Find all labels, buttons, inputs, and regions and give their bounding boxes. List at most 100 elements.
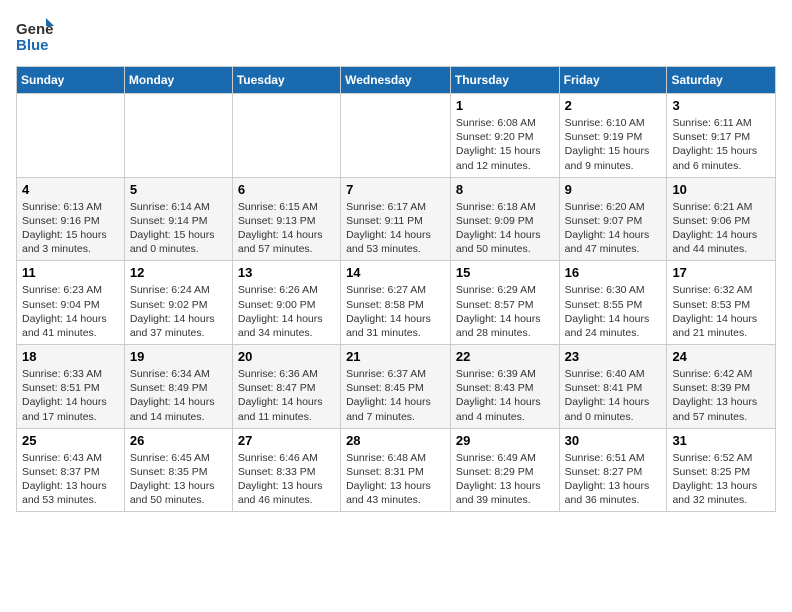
calendar-cell: 24 Sunrise: 6:42 AM Sunset: 8:39 PM Dayli…	[667, 345, 776, 429]
day-number: 19	[130, 349, 227, 364]
day-info: Sunrise: 6:24 AM Sunset: 9:02 PM Dayligh…	[130, 283, 227, 340]
page-header: General Blue	[16, 16, 776, 54]
day-info: Sunrise: 6:32 AM Sunset: 8:53 PM Dayligh…	[672, 283, 770, 340]
day-number: 13	[238, 265, 335, 280]
day-info: Sunrise: 6:18 AM Sunset: 9:09 PM Dayligh…	[456, 200, 554, 257]
day-number: 27	[238, 433, 335, 448]
calendar-cell	[17, 94, 125, 178]
svg-text:Blue: Blue	[16, 37, 49, 54]
day-number: 6	[238, 182, 335, 197]
calendar-cell: 31Sunrise: 6:52 AM Sunset: 8:25 PM Dayli…	[667, 428, 776, 512]
calendar-cell: 18 Sunrise: 6:33 AM Sunset: 8:51 PM Dayli…	[17, 345, 125, 429]
calendar-cell: 26 Sunrise: 6:45 AM Sunset: 8:35 PM Dayli…	[124, 428, 232, 512]
day-number: 10	[672, 182, 770, 197]
day-number: 3	[672, 98, 770, 113]
weekday-header: Saturday	[667, 67, 776, 94]
calendar-cell: 12 Sunrise: 6:24 AM Sunset: 9:02 PM Dayli…	[124, 261, 232, 345]
logo-graphic: General Blue	[16, 16, 54, 54]
day-number: 9	[565, 182, 662, 197]
day-info: Sunrise: 6:21 AM Sunset: 9:06 PM Dayligh…	[672, 200, 770, 257]
calendar-cell: 17Sunrise: 6:32 AM Sunset: 8:53 PM Dayli…	[667, 261, 776, 345]
day-info: Sunrise: 6:23 AM Sunset: 9:04 PM Dayligh…	[22, 283, 119, 340]
calendar-week-row: 25 Sunrise: 6:43 AM Sunset: 8:37 PM Dayli…	[17, 428, 776, 512]
weekday-header: Thursday	[450, 67, 559, 94]
day-number: 7	[346, 182, 445, 197]
calendar-cell: 22 Sunrise: 6:39 AM Sunset: 8:43 PM Dayli…	[450, 345, 559, 429]
calendar-table: SundayMondayTuesdayWednesdayThursdayFrid…	[16, 66, 776, 512]
calendar-week-row: 1Sunrise: 6:08 AM Sunset: 9:20 PM Daylig…	[17, 94, 776, 178]
day-info: Sunrise: 6:39 AM Sunset: 8:43 PM Dayligh…	[456, 367, 554, 424]
calendar-cell: 25 Sunrise: 6:43 AM Sunset: 8:37 PM Dayli…	[17, 428, 125, 512]
day-number: 22	[456, 349, 554, 364]
day-number: 8	[456, 182, 554, 197]
day-info: Sunrise: 6:42 AM Sunset: 8:39 PM Dayligh…	[672, 367, 770, 424]
calendar-week-row: 18 Sunrise: 6:33 AM Sunset: 8:51 PM Dayli…	[17, 345, 776, 429]
day-info: Sunrise: 6:08 AM Sunset: 9:20 PM Dayligh…	[456, 116, 554, 173]
day-info: Sunrise: 6:29 AM Sunset: 8:57 PM Dayligh…	[456, 283, 554, 340]
day-number: 21	[346, 349, 445, 364]
weekday-header: Sunday	[17, 67, 125, 94]
calendar-cell: 15 Sunrise: 6:29 AM Sunset: 8:57 PM Dayli…	[450, 261, 559, 345]
day-number: 24	[672, 349, 770, 364]
day-info: Sunrise: 6:37 AM Sunset: 8:45 PM Dayligh…	[346, 367, 445, 424]
day-info: Sunrise: 6:10 AM Sunset: 9:19 PM Dayligh…	[565, 116, 662, 173]
day-info: Sunrise: 6:46 AM Sunset: 8:33 PM Dayligh…	[238, 451, 335, 508]
day-info: Sunrise: 6:11 AM Sunset: 9:17 PM Dayligh…	[672, 116, 770, 173]
day-info: Sunrise: 6:33 AM Sunset: 8:51 PM Dayligh…	[22, 367, 119, 424]
day-info: Sunrise: 6:45 AM Sunset: 8:35 PM Dayligh…	[130, 451, 227, 508]
day-number: 26	[130, 433, 227, 448]
calendar-cell: 4 Sunrise: 6:13 AM Sunset: 9:16 PM Daylig…	[17, 177, 125, 261]
day-info: Sunrise: 6:43 AM Sunset: 8:37 PM Dayligh…	[22, 451, 119, 508]
calendar-cell: 19 Sunrise: 6:34 AM Sunset: 8:49 PM Dayli…	[124, 345, 232, 429]
day-info: Sunrise: 6:40 AM Sunset: 8:41 PM Dayligh…	[565, 367, 662, 424]
day-number: 20	[238, 349, 335, 364]
weekday-header-row: SundayMondayTuesdayWednesdayThursdayFrid…	[17, 67, 776, 94]
day-number: 2	[565, 98, 662, 113]
calendar-cell: 7Sunrise: 6:17 AM Sunset: 9:11 PM Daylig…	[341, 177, 451, 261]
day-number: 15	[456, 265, 554, 280]
day-info: Sunrise: 6:36 AM Sunset: 8:47 PM Dayligh…	[238, 367, 335, 424]
day-number: 25	[22, 433, 119, 448]
calendar-cell: 1Sunrise: 6:08 AM Sunset: 9:20 PM Daylig…	[450, 94, 559, 178]
day-number: 16	[565, 265, 662, 280]
day-info: Sunrise: 6:26 AM Sunset: 9:00 PM Dayligh…	[238, 283, 335, 340]
day-info: Sunrise: 6:51 AM Sunset: 8:27 PM Dayligh…	[565, 451, 662, 508]
calendar-cell: 27 Sunrise: 6:46 AM Sunset: 8:33 PM Dayli…	[232, 428, 340, 512]
day-info: Sunrise: 6:15 AM Sunset: 9:13 PM Dayligh…	[238, 200, 335, 257]
day-number: 4	[22, 182, 119, 197]
calendar-cell: 11 Sunrise: 6:23 AM Sunset: 9:04 PM Dayli…	[17, 261, 125, 345]
calendar-cell: 3 Sunrise: 6:11 AM Sunset: 9:17 PM Daylig…	[667, 94, 776, 178]
calendar-cell: 10 Sunrise: 6:21 AM Sunset: 9:06 PM Dayli…	[667, 177, 776, 261]
calendar-cell: 30 Sunrise: 6:51 AM Sunset: 8:27 PM Dayli…	[559, 428, 667, 512]
calendar-cell: 9 Sunrise: 6:20 AM Sunset: 9:07 PM Daylig…	[559, 177, 667, 261]
calendar-cell: 20 Sunrise: 6:36 AM Sunset: 8:47 PM Dayli…	[232, 345, 340, 429]
calendar-week-row: 11 Sunrise: 6:23 AM Sunset: 9:04 PM Dayli…	[17, 261, 776, 345]
logo-text: General Blue	[16, 16, 54, 54]
calendar-cell: 14 Sunrise: 6:27 AM Sunset: 8:58 PM Dayli…	[341, 261, 451, 345]
logo: General Blue	[16, 16, 54, 54]
day-info: Sunrise: 6:48 AM Sunset: 8:31 PM Dayligh…	[346, 451, 445, 508]
day-info: Sunrise: 6:14 AM Sunset: 9:14 PM Dayligh…	[130, 200, 227, 257]
calendar-cell	[232, 94, 340, 178]
calendar-cell: 2 Sunrise: 6:10 AM Sunset: 9:19 PM Daylig…	[559, 94, 667, 178]
day-number: 18	[22, 349, 119, 364]
day-number: 12	[130, 265, 227, 280]
day-info: Sunrise: 6:49 AM Sunset: 8:29 PM Dayligh…	[456, 451, 554, 508]
calendar-cell: 29Sunrise: 6:49 AM Sunset: 8:29 PM Dayli…	[450, 428, 559, 512]
day-info: Sunrise: 6:34 AM Sunset: 8:49 PM Dayligh…	[130, 367, 227, 424]
calendar-cell	[124, 94, 232, 178]
day-info: Sunrise: 6:30 AM Sunset: 8:55 PM Dayligh…	[565, 283, 662, 340]
day-info: Sunrise: 6:13 AM Sunset: 9:16 PM Dayligh…	[22, 200, 119, 257]
day-info: Sunrise: 6:27 AM Sunset: 8:58 PM Dayligh…	[346, 283, 445, 340]
day-number: 31	[672, 433, 770, 448]
day-number: 11	[22, 265, 119, 280]
day-number: 5	[130, 182, 227, 197]
calendar-cell: 8 Sunrise: 6:18 AM Sunset: 9:09 PM Daylig…	[450, 177, 559, 261]
calendar-cell: 16 Sunrise: 6:30 AM Sunset: 8:55 PM Dayli…	[559, 261, 667, 345]
day-number: 30	[565, 433, 662, 448]
weekday-header: Wednesday	[341, 67, 451, 94]
day-number: 14	[346, 265, 445, 280]
day-info: Sunrise: 6:20 AM Sunset: 9:07 PM Dayligh…	[565, 200, 662, 257]
calendar-cell	[341, 94, 451, 178]
weekday-header: Monday	[124, 67, 232, 94]
